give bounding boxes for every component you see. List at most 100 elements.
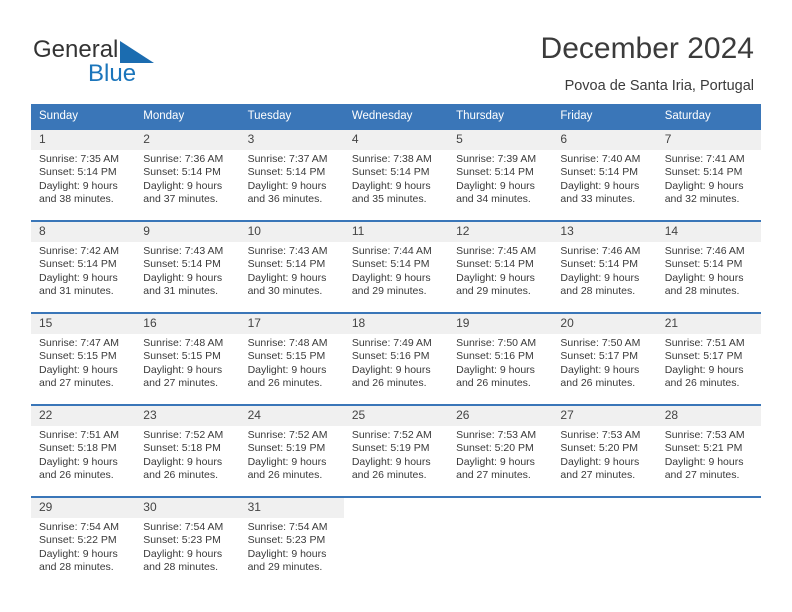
sunrise-time: Sunrise: 7:40 AM — [560, 153, 641, 165]
daylight-duration-line1: Daylight: 9 hours — [351, 271, 431, 284]
day-cell-content: 30 Sunrise: 7:54 AM Sunset: 5:23 PM Dayligh… — [135, 498, 240, 586]
calendar-day-cell[interactable]: 14 Sunrise: 7:46 AM Sunset: 5:14 PM Dayligh… — [656, 220, 761, 313]
day-number: 18 — [343, 314, 449, 334]
day-cell-content: 3 Sunrise: 7:37 AM Sunset: 5:14 PM Daylight… — [239, 130, 344, 218]
calendar-day-cell[interactable]: 25 Sunrise: 7:52 AM Sunset: 5:19 PM Dayligh… — [343, 404, 449, 497]
daylight-duration-line2: and 32 minutes. — [664, 193, 740, 206]
day-cell-content: 2 Sunrise: 7:36 AM Sunset: 5:14 PM Daylight… — [135, 130, 240, 218]
day-number: 31 — [239, 498, 344, 518]
calendar-day-cell[interactable]: 13 Sunrise: 7:46 AM Sunset: 5:14 PM Dayligh… — [552, 220, 657, 313]
day-sun-info: Sunrise: 7:43 AM Sunset: 5:14 PM Daylight:… — [240, 242, 344, 299]
calendar-day-cell[interactable]: 23 Sunrise: 7:52 AM Sunset: 5:18 PM Dayligh… — [135, 404, 240, 497]
day-sun-info: Sunrise: 7:39 AM Sunset: 5:14 PM Daylight:… — [448, 150, 552, 207]
calendar-day-cell[interactable]: 16 Sunrise: 7:48 AM Sunset: 5:15 PM Dayligh… — [135, 312, 240, 405]
day-number: 3 — [239, 130, 344, 150]
calendar-day-cell[interactable]: 11 Sunrise: 7:44 AM Sunset: 5:14 PM Dayligh… — [343, 220, 449, 313]
day-number: 5 — [448, 130, 553, 150]
day-sun-info: Sunrise: 7:52 AM Sunset: 5:19 PM Daylight:… — [344, 426, 448, 483]
calendar-grid: Sunday Monday Tuesday Wednesday Thursday… — [31, 104, 761, 588]
calendar-day-cell[interactable]: 6 Sunrise: 7:40 AM Sunset: 5:14 PM Daylight… — [552, 128, 657, 221]
daylight-duration-line2: and 31 minutes. — [143, 285, 218, 298]
sunset-time: Sunset: 5:16 PM — [351, 350, 430, 363]
calendar-day-cell[interactable]: 2 Sunrise: 7:36 AM Sunset: 5:14 PM Daylight… — [135, 128, 240, 221]
daylight-duration-line2: and 30 minutes. — [247, 285, 323, 298]
day-sun-info: Sunrise: 7:54 AM Sunset: 5:22 PM Daylight:… — [31, 518, 135, 575]
daylight-duration-line2: and 26 minutes. — [143, 469, 218, 482]
day-number: 6 — [552, 130, 657, 150]
calendar-day-cell[interactable]: 1 Sunrise: 7:35 AM Sunset: 5:14 PM Daylight… — [31, 128, 136, 221]
calendar-day-cell[interactable]: 9 Sunrise: 7:43 AM Sunset: 5:14 PM Daylight… — [135, 220, 240, 313]
day-sun-info: Sunrise: 7:51 AM Sunset: 5:18 PM Daylight:… — [31, 426, 135, 483]
sunset-time: Sunset: 5:14 PM — [351, 166, 430, 179]
day-sun-info: Sunrise: 7:53 AM Sunset: 5:20 PM Daylight:… — [552, 426, 656, 483]
sunrise-time: Sunrise: 7:48 AM — [143, 337, 224, 349]
daylight-duration-line2: and 26 minutes. — [664, 377, 740, 390]
calendar-week-row: 29 Sunrise: 7:54 AM Sunset: 5:22 PM Dayligh… — [31, 496, 761, 588]
day-cell-content: 1 Sunrise: 7:35 AM Sunset: 5:14 PM Daylight… — [31, 130, 136, 218]
calendar-day-cell[interactable]: 10 Sunrise: 7:43 AM Sunset: 5:14 PM Dayligh… — [239, 220, 344, 313]
day-cell-content: 10 Sunrise: 7:43 AM Sunset: 5:14 PM Dayligh… — [239, 222, 344, 310]
daylight-duration-line1: Daylight: 9 hours — [247, 547, 327, 560]
sunrise-time: Sunrise: 7:43 AM — [143, 245, 224, 257]
day-number: 10 — [239, 222, 344, 242]
day-number: 14 — [656, 222, 761, 242]
day-sun-info: Sunrise: 7:54 AM Sunset: 5:23 PM Daylight:… — [135, 518, 239, 575]
day-cell-content: 9 Sunrise: 7:43 AM Sunset: 5:14 PM Daylight… — [135, 222, 240, 310]
calendar-day-cell[interactable]: 3 Sunrise: 7:37 AM Sunset: 5:14 PM Daylight… — [239, 128, 344, 221]
calendar-day-cell[interactable]: 24 Sunrise: 7:52 AM Sunset: 5:19 PM Dayligh… — [239, 404, 344, 497]
day-cell-content: 14 Sunrise: 7:46 AM Sunset: 5:14 PM Dayligh… — [656, 222, 761, 310]
sunrise-time: Sunrise: 7:53 AM — [456, 429, 537, 441]
sunrise-time: Sunrise: 7:53 AM — [664, 429, 745, 441]
calendar-day-cell[interactable]: 19 Sunrise: 7:50 AM Sunset: 5:16 PM Dayligh… — [448, 312, 553, 405]
day-sun-info: Sunrise: 7:53 AM Sunset: 5:21 PM Daylight:… — [657, 426, 761, 483]
calendar-day-cell[interactable]: 15 Sunrise: 7:47 AM Sunset: 5:15 PM Dayligh… — [31, 312, 136, 405]
daylight-duration-line1: Daylight: 9 hours — [664, 455, 744, 468]
day-cell-content: 20 Sunrise: 7:50 AM Sunset: 5:17 PM Dayligh… — [552, 314, 657, 402]
sunrise-time: Sunrise: 7:37 AM — [247, 153, 328, 165]
calendar-day-cell[interactable]: 7 Sunrise: 7:41 AM Sunset: 5:14 PM Daylight… — [656, 128, 761, 221]
day-sun-info: Sunrise: 7:37 AM Sunset: 5:14 PM Daylight:… — [240, 150, 344, 207]
sunset-time: Sunset: 5:14 PM — [664, 166, 743, 179]
daylight-duration-line1: Daylight: 9 hours — [351, 455, 431, 468]
calendar-day-cell[interactable]: 17 Sunrise: 7:48 AM Sunset: 5:15 PM Dayligh… — [239, 312, 344, 405]
sunrise-time: Sunrise: 7:54 AM — [39, 521, 119, 533]
calendar-day-cell[interactable]: 18 Sunrise: 7:49 AM Sunset: 5:16 PM Dayligh… — [343, 312, 449, 405]
sunset-time: Sunset: 5:14 PM — [560, 166, 639, 179]
day-cell-content: 22 Sunrise: 7:51 AM Sunset: 5:18 PM Dayligh… — [31, 406, 136, 494]
daylight-duration-line1: Daylight: 9 hours — [456, 363, 535, 376]
sunset-time: Sunset: 5:19 PM — [351, 442, 430, 455]
sunrise-time: Sunrise: 7:45 AM — [456, 245, 537, 257]
day-number: 13 — [552, 222, 657, 242]
calendar-day-cell[interactable]: 8 Sunrise: 7:42 AM Sunset: 5:14 PM Daylight… — [31, 220, 136, 313]
weekday-header-saturday: Saturday — [656, 104, 761, 129]
calendar-day-cell[interactable]: 27 Sunrise: 7:53 AM Sunset: 5:20 PM Dayligh… — [552, 404, 657, 497]
day-sun-info: Sunrise: 7:47 AM Sunset: 5:15 PM Daylight:… — [31, 334, 135, 391]
sunset-time: Sunset: 5:15 PM — [143, 350, 221, 363]
calendar-day-cell[interactable]: 22 Sunrise: 7:51 AM Sunset: 5:18 PM Dayligh… — [31, 404, 136, 497]
calendar-day-cell[interactable]: 21 Sunrise: 7:51 AM Sunset: 5:17 PM Dayligh… — [656, 312, 761, 405]
calendar-day-cell[interactable]: 28 Sunrise: 7:53 AM Sunset: 5:21 PM Dayligh… — [656, 404, 761, 497]
sunset-time: Sunset: 5:22 PM — [39, 534, 117, 547]
calendar-day-cell[interactable]: 29 Sunrise: 7:54 AM Sunset: 5:22 PM Dayligh… — [31, 496, 136, 588]
calendar-day-cell[interactable]: 26 Sunrise: 7:53 AM Sunset: 5:20 PM Dayligh… — [448, 404, 553, 497]
general-blue-logo[interactable]: General Blue — [33, 36, 253, 92]
daylight-duration-line2: and 27 minutes. — [664, 469, 740, 482]
daylight-duration-line1: Daylight: 9 hours — [247, 363, 327, 376]
daylight-duration-line2: and 29 minutes. — [351, 285, 427, 298]
sunrise-time: Sunrise: 7:52 AM — [143, 429, 224, 441]
calendar-day-cell[interactable]: 20 Sunrise: 7:50 AM Sunset: 5:17 PM Dayligh… — [552, 312, 657, 405]
weekday-header-friday: Friday — [552, 104, 657, 129]
day-cell-content: 21 Sunrise: 7:51 AM Sunset: 5:17 PM Dayligh… — [656, 314, 761, 402]
daylight-duration-line1: Daylight: 9 hours — [456, 455, 535, 468]
calendar-day-cell[interactable]: 5 Sunrise: 7:39 AM Sunset: 5:14 PM Daylight… — [448, 128, 553, 221]
calendar-day-cell[interactable]: 4 Sunrise: 7:38 AM Sunset: 5:14 PM Daylight… — [343, 128, 449, 221]
sunset-time: Sunset: 5:17 PM — [560, 350, 639, 363]
calendar-day-cell[interactable]: 30 Sunrise: 7:54 AM Sunset: 5:23 PM Dayligh… — [135, 496, 240, 588]
calendar-table: Sunday Monday Tuesday Wednesday Thursday… — [31, 104, 761, 588]
sunrise-time: Sunrise: 7:35 AM — [39, 153, 119, 165]
sunrise-time: Sunrise: 7:44 AM — [351, 245, 432, 257]
calendar-day-cell[interactable]: 12 Sunrise: 7:45 AM Sunset: 5:14 PM Dayligh… — [448, 220, 553, 313]
calendar-day-cell[interactable]: 31 Sunrise: 7:54 AM Sunset: 5:23 PM Dayligh… — [239, 496, 344, 588]
day-cell-content: 4 Sunrise: 7:38 AM Sunset: 5:14 PM Daylight… — [343, 130, 449, 218]
daylight-duration-line2: and 27 minutes. — [39, 377, 114, 390]
